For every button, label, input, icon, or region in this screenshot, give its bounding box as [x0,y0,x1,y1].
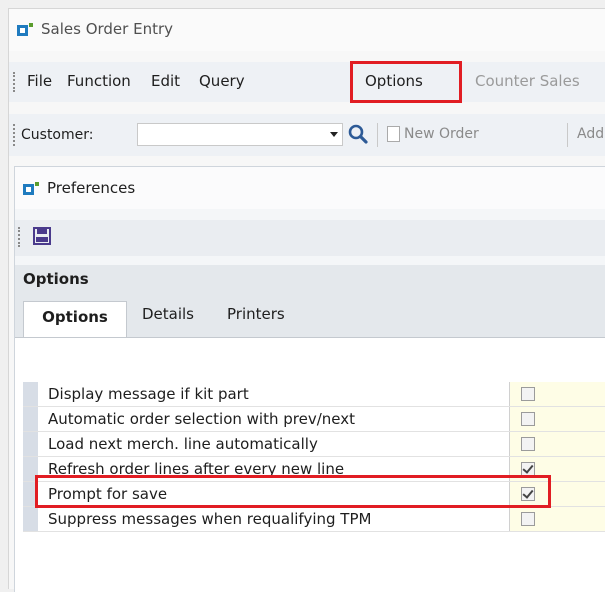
menu-bar: File Function Edit Query Options Counter… [9,61,605,103]
window-titlebar: Sales Order Entry [9,9,605,51]
setting-label: Automatic order selection with prev/next [48,410,355,428]
options-section-header: Options [15,265,605,293]
options-menu-highlight [350,61,462,103]
setting-label: Display message if kit part [48,385,249,403]
customer-label: Customer: [21,127,94,143]
preferences-logo-icon [23,182,39,196]
row-header[interactable] [23,407,38,431]
prompt-for-save-highlight [35,475,551,508]
menu-grip-handle[interactable] [13,72,18,92]
search-icon[interactable] [347,123,369,145]
setting-checkbox[interactable] [521,412,535,426]
add-button[interactable]: Add [577,126,604,142]
settings-row: Automatic order selection with prev/next [23,407,605,432]
settings-row: Load next merch. line automatically [23,432,605,457]
setting-value-cell[interactable] [510,432,605,456]
tab-details[interactable]: Details [142,305,194,323]
menu-file[interactable]: File [27,72,52,90]
setting-label: Suppress messages when requalifying TPM [48,510,372,528]
setting-value-cell[interactable] [510,382,605,406]
dropdown-arrow-icon[interactable] [330,132,338,137]
tab-options[interactable]: Options [23,301,127,337]
setting-checkbox[interactable] [521,437,535,451]
setting-label: Load next merch. line automatically [48,435,318,453]
window-title: Sales Order Entry [41,20,173,38]
menu-edit[interactable]: Edit [151,72,180,90]
app-logo-icon [17,23,33,37]
settings-row: Suppress messages when requalifying TPM [23,507,605,532]
setting-checkbox[interactable] [521,512,535,526]
setting-checkbox[interactable] [521,387,535,401]
new-document-icon [387,126,400,142]
row-header[interactable] [23,382,38,406]
toolbar-separator [377,123,378,147]
row-header[interactable] [23,507,38,531]
section-title: Options [23,270,89,288]
preferences-title: Preferences [47,179,136,197]
menu-function[interactable]: Function [67,72,131,90]
row-header[interactable] [23,432,38,456]
settings-grid: Display message if kit part Automatic ord… [15,338,605,592]
preferences-toolbar [15,220,605,256]
preferences-toolbar-grip[interactable] [18,227,23,247]
new-order-button[interactable]: New Order [404,126,479,142]
toolbar-separator [567,123,568,147]
settings-row: Display message if kit part [23,382,605,407]
menu-counter-sales[interactable]: Counter Sales [475,72,580,90]
setting-value-cell[interactable] [510,407,605,431]
preferences-window: Preferences Options Options Details Prin… [14,166,605,592]
toolbar-grip-handle[interactable] [13,124,18,146]
customer-combobox[interactable] [137,123,343,146]
menu-query[interactable]: Query [199,72,245,90]
tab-printers[interactable]: Printers [227,305,285,323]
preferences-titlebar: Preferences [15,167,605,209]
sales-order-window: Sales Order Entry File Function Edit Que… [8,8,605,592]
preferences-tabs: Options Details Printers [15,293,605,338]
setting-checkbox[interactable] [521,462,535,476]
setting-value-cell[interactable] [510,507,605,531]
order-toolbar: Customer: New Order Add [9,114,605,156]
settings-rows: Display message if kit part Automatic ord… [23,382,605,532]
save-icon[interactable] [33,227,51,245]
